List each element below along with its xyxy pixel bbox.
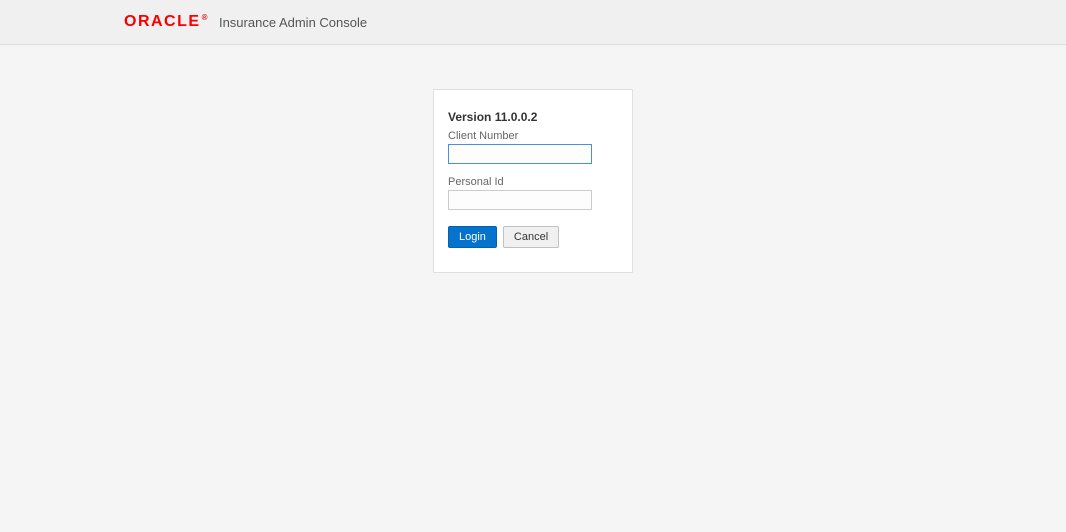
button-row: Login Cancel — [448, 226, 618, 248]
oracle-logo: ORACLE® — [124, 13, 209, 31]
personal-id-input[interactable] — [448, 190, 592, 210]
app-header: ORACLE® Insurance Admin Console — [0, 0, 1066, 45]
client-number-label: Client Number — [448, 130, 618, 142]
content-area: Version 11.0.0.2 Client Number Personal … — [0, 45, 1066, 273]
client-number-input[interactable] — [448, 144, 592, 164]
cancel-button[interactable]: Cancel — [503, 226, 559, 248]
personal-id-label: Personal Id — [448, 176, 618, 188]
version-label: Version 11.0.0.2 — [448, 110, 618, 124]
app-title: Insurance Admin Console — [219, 15, 367, 30]
login-panel: Version 11.0.0.2 Client Number Personal … — [433, 89, 633, 273]
login-button[interactable]: Login — [448, 226, 497, 248]
